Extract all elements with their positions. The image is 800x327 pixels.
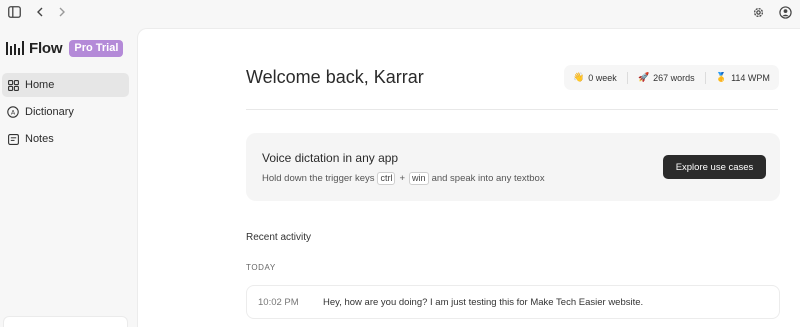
back-icon[interactable] xyxy=(32,4,48,20)
stat-wpm: 🥇 114 WPM xyxy=(716,72,770,83)
sidebar-item-dictionary[interactable]: A Dictionary xyxy=(2,100,129,124)
sidebar-item-notes[interactable]: Notes xyxy=(2,127,129,151)
activity-time: 10:02 PM xyxy=(258,296,299,308)
app-name: Flow xyxy=(29,39,63,57)
sidebar-item-label: Notes xyxy=(25,133,54,145)
sidebar-toggle-icon[interactable] xyxy=(6,4,22,20)
sidebar: Flow Pro Trial Home A Dictionary Notes xyxy=(0,24,137,327)
forward-icon[interactable] xyxy=(54,4,70,20)
explore-use-cases-button[interactable]: Explore use cases xyxy=(663,155,766,179)
activity-item[interactable]: 10:02 PM Hey, how are you doing? I am ju… xyxy=(246,285,780,319)
header-divider xyxy=(246,109,778,110)
medal-icon: 🥇 xyxy=(715,72,728,82)
promo-sub-before: Hold down the trigger keys xyxy=(262,173,375,184)
activity-text: Hey, how are you doing? I am just testin… xyxy=(323,296,644,308)
sidebar-item-label: Home xyxy=(25,79,55,91)
stat-streak-label: 0 week xyxy=(588,72,617,83)
pro-trial-badge[interactable]: Pro Trial xyxy=(69,39,124,57)
dictionary-icon: A xyxy=(7,106,19,118)
stat-words-label: 267 words xyxy=(653,72,695,83)
page-title: Welcome back, Karrar xyxy=(246,67,424,87)
account-icon[interactable] xyxy=(777,4,793,20)
main-panel: Welcome back, Karrar 👋 0 week 🚀 267 word… xyxy=(137,28,800,327)
voice-dictation-card: Voice dictation in any app Hold down the… xyxy=(246,133,780,201)
divider xyxy=(626,71,628,84)
brand: Flow Pro Trial xyxy=(6,39,124,57)
sidebar-item-home[interactable]: Home xyxy=(2,73,129,97)
date-group-label: TODAY xyxy=(246,263,276,272)
title-bar xyxy=(0,0,800,24)
notes-icon xyxy=(7,133,19,145)
settings-icon[interactable] xyxy=(750,4,766,20)
stats-bar: 👋 0 week 🚀 267 words 🥇 114 WPM xyxy=(564,65,779,90)
plus-sign: + xyxy=(399,173,406,184)
sidebar-nav: Home A Dictionary Notes xyxy=(2,73,129,154)
flow-logo-icon xyxy=(6,41,24,55)
stat-streak: 👋 0 week xyxy=(573,72,617,83)
promo-sub-after: and speak into any textbox xyxy=(431,173,545,184)
rocket-icon: 🚀 xyxy=(637,72,650,82)
home-grid-icon xyxy=(7,79,19,91)
recent-activity-heading: Recent activity xyxy=(246,232,312,243)
promo-subtitle: Hold down the trigger keys ctrl + win an… xyxy=(262,172,545,185)
wave-icon: 👋 xyxy=(573,72,585,82)
sidebar-bottom-card[interactable] xyxy=(3,316,128,327)
stat-wpm-label: 114 WPM xyxy=(731,72,770,83)
win-key: win xyxy=(409,172,429,185)
sidebar-item-label: Dictionary xyxy=(25,106,74,118)
svg-text:A: A xyxy=(11,109,16,116)
promo-title: Voice dictation in any app xyxy=(262,151,399,165)
ctrl-key: ctrl xyxy=(377,172,396,185)
stat-words: 🚀 267 words xyxy=(638,72,695,83)
divider xyxy=(704,71,706,84)
